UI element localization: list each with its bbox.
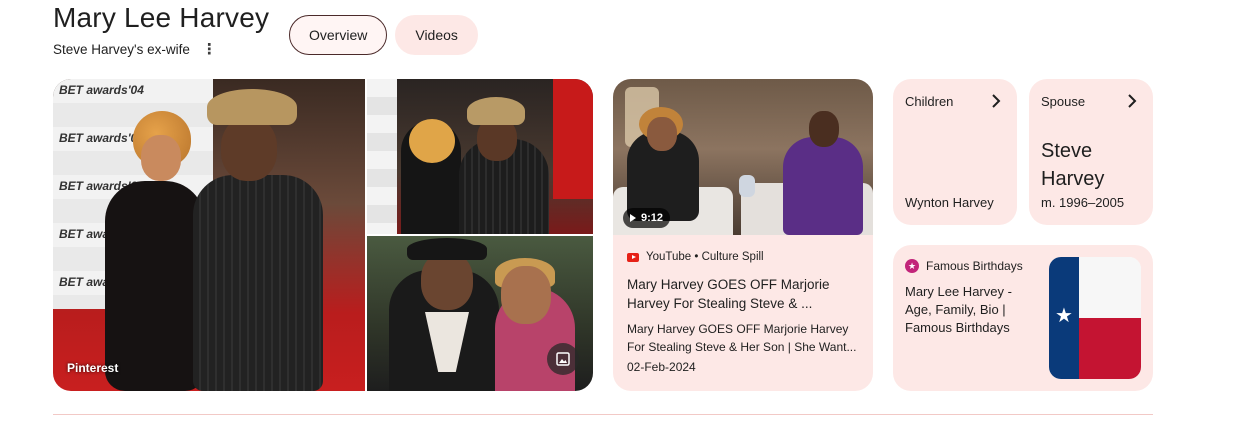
wall-logo-text: BET awards'04: [59, 83, 144, 97]
video-duration-badge: 9:12: [623, 208, 671, 228]
video-card[interactable]: 9:12 YouTube • Culture Spill Mary Harvey…: [613, 79, 873, 391]
video-thumbnail[interactable]: 9:12: [613, 79, 873, 235]
chevron-right-icon: [992, 94, 1001, 108]
page-title: Mary Lee Harvey: [53, 2, 270, 33]
star-icon: ★: [1055, 305, 1073, 327]
image-icon[interactable]: [547, 343, 579, 375]
video-date: 02-Feb-2024: [627, 360, 696, 374]
tab-overview[interactable]: Overview: [289, 15, 388, 55]
spouse-years: m. 1996–2005: [1041, 195, 1125, 210]
video-duration: 9:12: [641, 212, 664, 224]
image-bottom-right[interactable]: [367, 236, 593, 391]
children-label: Children: [905, 94, 954, 109]
children-value: Wynton Harvey: [905, 195, 994, 210]
spouse-label: Spouse: [1041, 94, 1086, 109]
chevron-right-icon: [1128, 94, 1137, 108]
youtube-icon: [627, 252, 639, 262]
birthday-source: ★ Famous Birthdays: [905, 259, 1023, 273]
texas-flag-image: ★: [1049, 257, 1141, 379]
video-title[interactable]: Mary Harvey GOES OFF Marjorie Harvey For…: [627, 275, 859, 313]
play-icon: [630, 214, 636, 222]
subtitle-text: Steve Harvey's ex-wife: [53, 42, 190, 57]
more-options-icon[interactable]: ⋮: [202, 42, 217, 57]
famous-birthdays-icon: ★: [905, 259, 919, 273]
birthday-source-text: Famous Birthdays: [926, 259, 1023, 273]
birthday-title[interactable]: Mary Lee Harvey - Age, Family, Bio | Fam…: [905, 283, 1040, 337]
video-description: Mary Harvey GOES OFF Marjorie Harvey For…: [627, 322, 857, 354]
subtitle: Steve Harvey's ex-wife ⋮: [53, 42, 217, 57]
famous-birthdays-card[interactable]: ★ Famous Birthdays Mary Lee Harvey - Age…: [893, 245, 1153, 391]
image-icon-glyph: [556, 352, 570, 366]
image-source-label: Pinterest: [67, 361, 119, 375]
video-source-text: YouTube • Culture Spill: [646, 251, 764, 263]
divider: [53, 414, 1153, 415]
spouse-card[interactable]: Spouse Steve Harvey m. 1996–2005: [1029, 79, 1153, 225]
image-top-right[interactable]: [367, 79, 593, 234]
tab-bar: Overview Videos: [289, 15, 478, 55]
children-card[interactable]: Children Wynton Harvey: [893, 79, 1017, 225]
image-collage[interactable]: BET awards'04 BET awards'04 BET awards'0…: [53, 79, 593, 391]
photo-person-woman: [105, 111, 205, 391]
spouse-name: Steve Harvey: [1041, 140, 1105, 190]
video-source: YouTube • Culture Spill: [627, 251, 764, 263]
tab-videos[interactable]: Videos: [395, 15, 478, 55]
photo-person-man: [193, 85, 333, 391]
image-main[interactable]: BET awards'04 BET awards'04 BET awards'0…: [53, 79, 365, 391]
